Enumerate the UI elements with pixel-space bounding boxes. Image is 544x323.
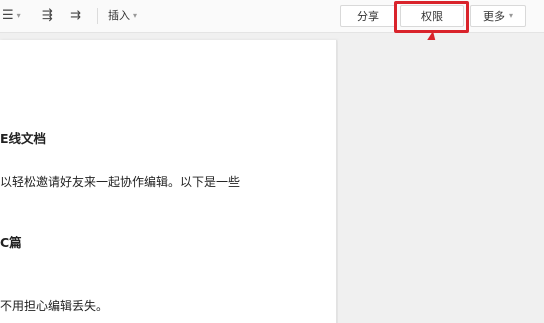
- toolbar: ☰ ▾ ⇶ ⇉ 插入 ▾ 分享 权限 更多 ▾: [0, 0, 544, 33]
- share-label: 分享: [357, 10, 379, 23]
- toolbar-divider: [97, 8, 98, 24]
- share-button[interactable]: 分享: [340, 5, 396, 27]
- outdent-icon: ⇉: [70, 8, 81, 23]
- align-dropdown[interactable]: ☰ ▾: [2, 7, 21, 25]
- doc-heading-1: E线文档: [0, 131, 47, 146]
- doc-heading-2: C篇: [0, 235, 22, 250]
- align-icon: ☰: [2, 8, 14, 23]
- document-page[interactable]: E线文档 以轻松邀请好友来一起协作编辑。以下是一些 C篇 不用担心编辑丢失。: [0, 40, 337, 323]
- chevron-down-icon: ▾: [508, 11, 513, 20]
- doc-paragraph-1: 以轻松邀请好友来一起协作编辑。以下是一些: [0, 175, 241, 189]
- insert-label: 插入: [108, 9, 130, 22]
- chevron-down-icon: ▾: [133, 11, 138, 20]
- permission-label: 权限: [421, 10, 443, 23]
- more-button[interactable]: 更多 ▾: [470, 5, 526, 27]
- doc-paragraph-2: 不用担心编辑丢失。: [0, 299, 109, 313]
- indent-button[interactable]: ⇶: [42, 7, 53, 25]
- chevron-down-icon: ▾: [16, 11, 21, 20]
- permission-button[interactable]: 权限: [400, 5, 464, 27]
- more-label: 更多: [482, 10, 505, 23]
- indent-icon: ⇶: [42, 8, 53, 23]
- right-side-pane: [338, 40, 544, 323]
- insert-dropdown[interactable]: 插入 ▾: [108, 7, 137, 25]
- outdent-button[interactable]: ⇉: [70, 7, 81, 25]
